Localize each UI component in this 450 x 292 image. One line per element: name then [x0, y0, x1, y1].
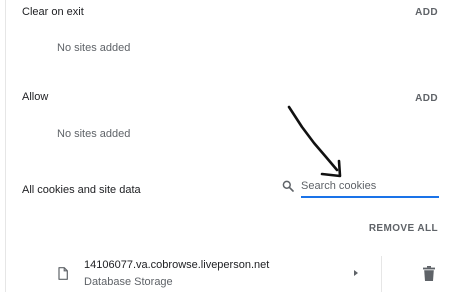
left-border: [5, 0, 6, 292]
trash-icon[interactable]: [423, 266, 435, 281]
chevron-right-icon[interactable]: [354, 270, 358, 276]
allow-add-button[interactable]: ADD: [415, 93, 438, 104]
clear-on-exit-add-button[interactable]: ADD: [415, 7, 438, 18]
clear-on-exit-title: Clear on exit: [22, 6, 84, 18]
search-cookies-input[interactable]: [301, 177, 435, 195]
all-cookies-title: All cookies and site data: [22, 184, 141, 196]
cookie-search: [282, 174, 439, 200]
site-storage-type: Database Storage: [84, 276, 173, 288]
file-icon: [58, 267, 68, 280]
search-icon: [282, 180, 294, 192]
row-divider: [381, 256, 382, 292]
allow-title: Allow: [22, 91, 49, 103]
clear-on-exit-empty-text: No sites added: [57, 42, 131, 54]
remove-all-button[interactable]: REMOVE ALL: [369, 223, 438, 234]
allow-empty-text: No sites added: [57, 128, 131, 140]
site-name: 14106077.va.cobrowse.liveperson.net: [84, 259, 270, 271]
search-focus-underline: [301, 196, 439, 198]
